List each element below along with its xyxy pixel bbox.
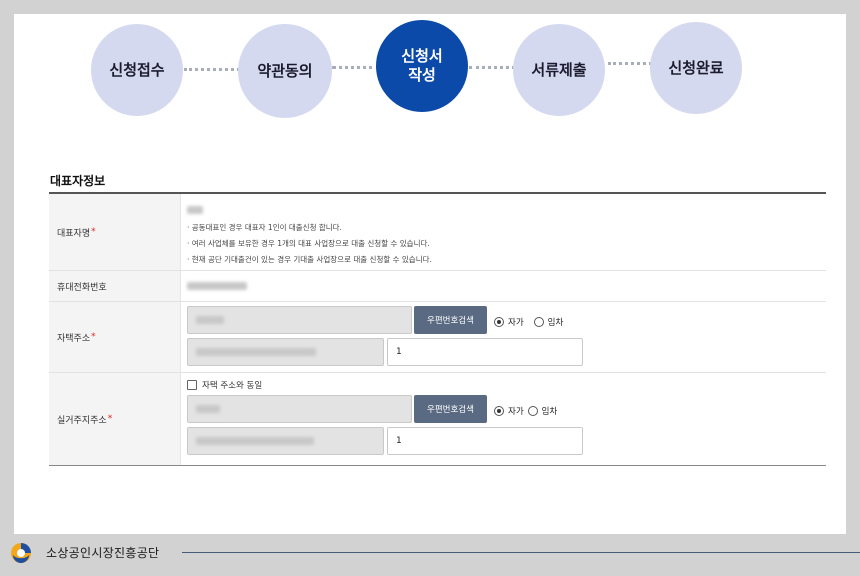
ownership-radio-group: 자가 임차 [494, 316, 563, 328]
step-terms: 약관동의 [238, 24, 332, 118]
ownership-radio-group: 자가 임차 [494, 405, 557, 417]
row-mobile-phone: 휴대전화번호 [49, 271, 826, 302]
label-text: 휴대전화번호 [57, 282, 107, 293]
checkbox-label: 자택 주소와 동일 [202, 381, 263, 391]
step-progress: 신청접수 약관동의 신청서 작성 서류제출 신청완료 [14, 14, 846, 124]
step-connector [332, 66, 380, 69]
zipcode-search-button[interactable]: 우편번호검색 [414, 395, 487, 423]
step-complete: 신청완료 [650, 22, 742, 114]
row-label: 휴대전화번호 [49, 271, 181, 301]
step-label: 약관동의 [257, 61, 313, 80]
required-mark: * [107, 414, 113, 424]
notice-item: · 여러 사업체를 보유한 경우 1개의 대표 사업장으로 대출 신청할 수 있… [187, 239, 430, 248]
row-value: 자택 주소와 동일 우편번호검색 자가 임차 1 [181, 373, 826, 465]
step-label: 신청완료 [668, 58, 724, 77]
same-as-home-checkbox-line: 자택 주소와 동일 [187, 379, 262, 391]
row-value: · 공동대표인 경우 대표자 1인이 대출신청 합니다. · 여러 사업체를 보… [181, 194, 826, 270]
radio-own-label: 자가 [508, 407, 524, 417]
representative-info-table: 대표자명 * · 공동대표인 경우 대표자 1인이 대출신청 합니다. · 여러 … [49, 192, 826, 466]
row-label: 실거주지주소 * [49, 373, 181, 465]
step-receipt: 신청접수 [91, 24, 183, 116]
step-label: 신청서 작성 [401, 47, 443, 84]
step-connector [469, 66, 515, 69]
step-connector [184, 68, 240, 71]
masked-name [187, 199, 826, 218]
row-label: 자택주소 * [49, 302, 181, 372]
address-detail-input[interactable]: 1 [387, 427, 583, 455]
radio-own-label: 자가 [508, 318, 524, 328]
address-input[interactable] [187, 427, 384, 455]
step-label: 신청접수 [109, 60, 165, 79]
masked-phone [187, 282, 247, 290]
row-residence-address: 실거주지주소 * 자택 주소와 동일 우편번호검색 자가 임차 1 [49, 373, 826, 465]
zipcode-input[interactable] [187, 395, 412, 423]
row-home-address: 자택주소 * 우편번호검색 자가 임차 1 [49, 302, 826, 373]
required-mark: * [91, 227, 96, 237]
radio-rent[interactable] [527, 406, 538, 416]
zipcode-input[interactable] [187, 306, 412, 334]
radio-rent-label: 임차 [547, 318, 564, 328]
footer-divider [182, 552, 860, 553]
required-mark: * [91, 332, 96, 342]
notice-item: · 공동대표인 경우 대표자 1인이 대출신청 합니다. [187, 223, 342, 232]
address-detail-input[interactable]: 1 [387, 338, 583, 366]
label-text: 대표자명 [57, 228, 91, 239]
application-panel: 신청접수 약관동의 신청서 작성 서류제출 신청완료 대표자정보 대표자명 * ·… [14, 14, 846, 534]
agency-logo-icon [11, 543, 31, 563]
step-application-form: 신청서 작성 [376, 20, 468, 112]
agency-name: 소상공인시장진흥공단 [46, 546, 160, 560]
step-documents: 서류제출 [513, 24, 605, 116]
label-text: 실거주지주소 [57, 415, 107, 426]
same-as-home-checkbox[interactable] [187, 380, 197, 390]
row-value [181, 271, 826, 301]
notice-item: · 현재 공단 기대출건이 있는 경우 기대출 사업장으로 대출 신청할 수 있… [187, 255, 432, 264]
section-title: 대표자정보 [50, 174, 106, 188]
radio-rent[interactable] [533, 317, 544, 327]
row-value: 우편번호검색 자가 임차 1 [181, 302, 826, 372]
zipcode-search-button[interactable]: 우편번호검색 [414, 306, 487, 334]
row-representative-name: 대표자명 * · 공동대표인 경우 대표자 1인이 대출신청 합니다. · 여러 … [49, 194, 826, 271]
label-text: 자택주소 [57, 333, 91, 344]
footer: 소상공인시장진흥공단 [0, 536, 860, 576]
step-connector [608, 62, 652, 65]
step-label: 서류제출 [531, 60, 587, 79]
radio-rent-label: 임차 [541, 407, 558, 417]
radio-own[interactable] [494, 406, 504, 416]
row-label: 대표자명 * [49, 194, 181, 270]
notice-list: · 공동대표인 경우 대표자 1인이 대출신청 합니다. · 여러 사업체를 보… [187, 220, 826, 268]
address-input[interactable] [187, 338, 384, 366]
radio-own[interactable] [494, 317, 504, 327]
